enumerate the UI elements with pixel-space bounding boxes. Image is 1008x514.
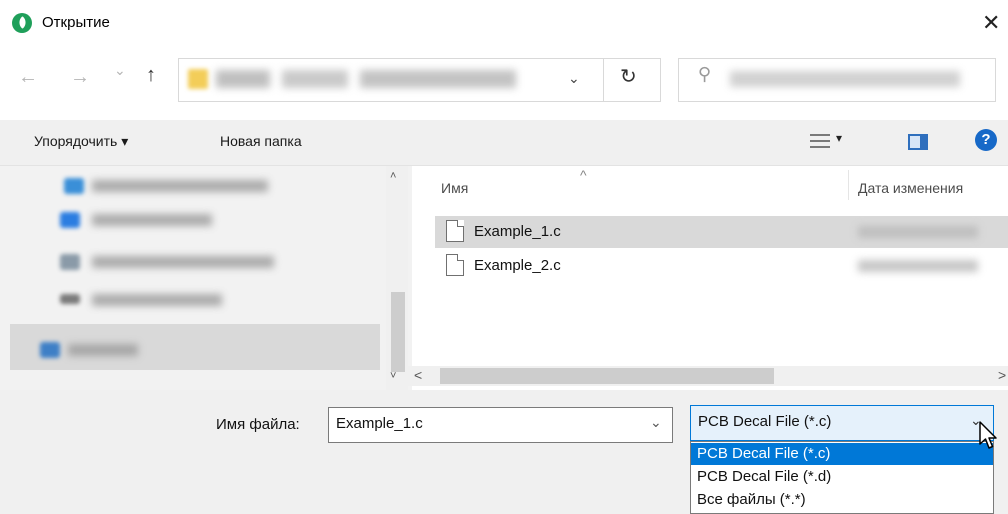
recent-locations-icon[interactable]: ⌄ bbox=[114, 62, 126, 79]
file-name[interactable]: Example_1.c bbox=[474, 223, 561, 240]
filetype-option[interactable]: PCB Decal File (*.c) bbox=[691, 443, 993, 465]
filetype-option[interactable]: PCB Decal File (*.d) bbox=[691, 466, 993, 488]
scroll-down-icon[interactable]: ˅ bbox=[390, 370, 396, 382]
scroll-left-icon[interactable]: < bbox=[414, 367, 422, 383]
nav-item-label[interactable] bbox=[92, 214, 212, 226]
new-folder-button[interactable]: Новая папка bbox=[220, 133, 302, 149]
help-icon[interactable]: ? bbox=[975, 129, 997, 151]
filetype-selected-value[interactable]: PCB Decal File (*.c) bbox=[698, 413, 831, 430]
nav-item-icon bbox=[60, 294, 80, 304]
command-bar bbox=[0, 120, 1008, 166]
nav-item-icon bbox=[40, 342, 60, 358]
chevron-down-icon[interactable]: ⌄ bbox=[650, 414, 662, 431]
nav-item-label[interactable] bbox=[92, 294, 222, 306]
file-icon bbox=[446, 220, 464, 242]
scroll-up-icon[interactable]: ˄ bbox=[390, 170, 396, 182]
nav-item-label[interactable] bbox=[92, 256, 274, 268]
filename-label: Имя файла: bbox=[216, 416, 300, 433]
file-icon bbox=[446, 254, 464, 276]
nav-item-icon bbox=[60, 212, 80, 228]
window-title: Открытие bbox=[42, 14, 110, 31]
title-bar bbox=[0, 0, 1008, 48]
chevron-down-icon[interactable]: ⌄ bbox=[568, 70, 580, 87]
file-name[interactable]: Example_2.c bbox=[474, 257, 561, 274]
nav-scroll-thumb[interactable] bbox=[391, 292, 405, 372]
mouse-cursor-icon bbox=[979, 421, 997, 449]
nav-item-label[interactable] bbox=[68, 344, 138, 356]
preview-pane-icon[interactable] bbox=[908, 134, 928, 150]
folder-icon bbox=[188, 69, 208, 89]
scroll-right-icon[interactable]: > bbox=[998, 367, 1006, 383]
back-arrow-icon[interactable]: ← bbox=[18, 66, 38, 89]
sort-ascending-icon: ^ bbox=[580, 167, 587, 183]
view-options-icon[interactable] bbox=[810, 133, 830, 149]
nav-item-icon bbox=[64, 178, 84, 194]
file-date-blurred bbox=[858, 260, 978, 272]
column-header-date[interactable]: Дата изменения bbox=[858, 180, 963, 196]
nav-item-icon bbox=[60, 254, 80, 270]
chevron-down-icon[interactable]: ▾ bbox=[836, 131, 842, 145]
refresh-icon[interactable]: ↻ bbox=[620, 64, 637, 89]
forward-arrow-icon[interactable]: → bbox=[70, 66, 90, 89]
column-divider[interactable] bbox=[848, 170, 849, 200]
up-arrow-icon[interactable]: ↑ bbox=[146, 64, 156, 87]
address-divider bbox=[603, 59, 604, 101]
organize-button[interactable]: Упорядочить ▾ bbox=[34, 133, 128, 150]
file-date-blurred bbox=[858, 226, 978, 238]
filetype-option[interactable]: Все файлы (*.*) bbox=[691, 489, 993, 511]
search-icon: ⚲ bbox=[698, 64, 712, 84]
search-placeholder-blurred bbox=[730, 71, 960, 87]
address-path-blurred bbox=[216, 70, 516, 88]
close-icon[interactable]: ✕ bbox=[982, 8, 1000, 38]
nav-item-label[interactable] bbox=[92, 180, 268, 192]
column-header-name[interactable]: Имя bbox=[441, 180, 468, 196]
app-icon bbox=[12, 13, 32, 33]
nav-selected-item[interactable] bbox=[10, 324, 380, 370]
filename-value[interactable]: Example_1.c bbox=[336, 415, 423, 432]
horizontal-scroll-thumb[interactable] bbox=[440, 368, 774, 384]
